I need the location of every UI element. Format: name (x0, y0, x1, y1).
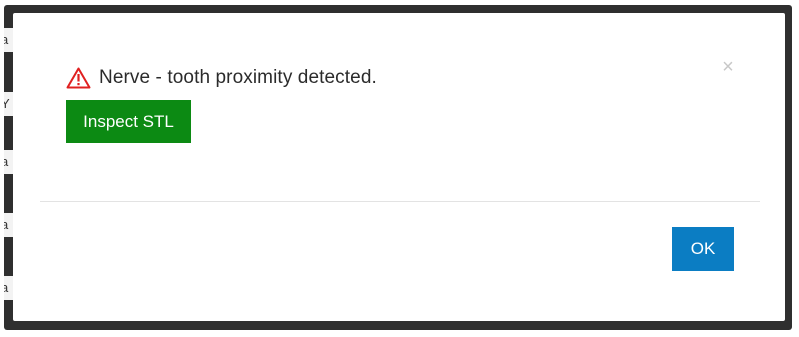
alert-message-row: Nerve - tooth proximity detected. (66, 67, 377, 89)
footer-divider (40, 201, 760, 202)
warning-triangle-icon (66, 67, 91, 89)
ok-button[interactable]: OK (672, 227, 734, 271)
alert-message: Nerve - tooth proximity detected. (99, 67, 377, 88)
close-icon[interactable]: × (715, 54, 741, 80)
alert-dialog (13, 13, 785, 321)
inspect-stl-button[interactable]: Inspect STL (66, 100, 191, 143)
